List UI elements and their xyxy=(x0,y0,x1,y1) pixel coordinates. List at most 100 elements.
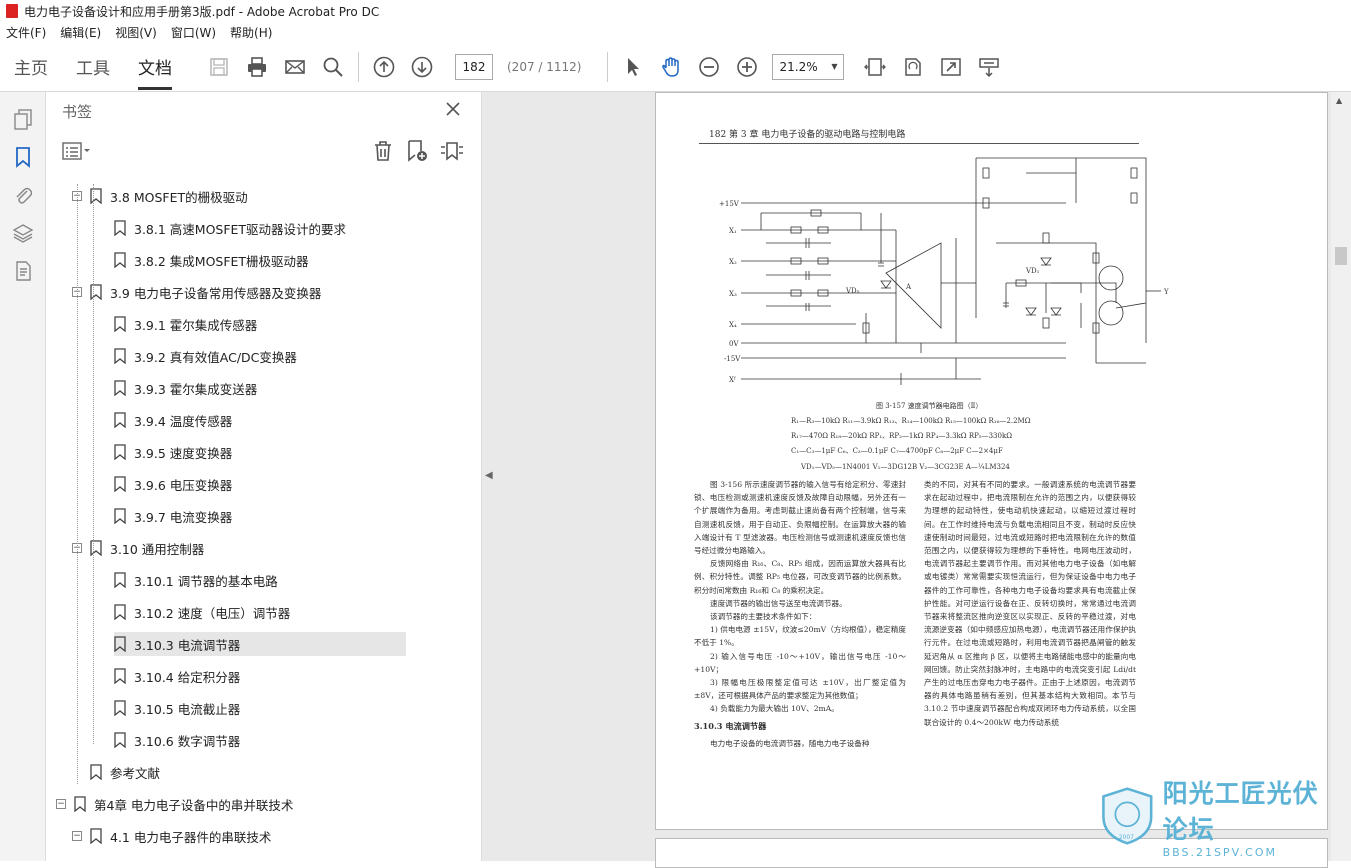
pdf-app-icon xyxy=(6,4,18,18)
bookmark-icon xyxy=(114,636,126,652)
bookmark-tree: −3.8 MOSFET的栅极驱动 3.8.1 高速MOSFET驱动器设计的要求 3.… xyxy=(56,184,456,861)
options-menu-icon[interactable] xyxy=(62,141,92,163)
bookmark-label: 3.10.2 速度（电压）调节器 xyxy=(134,605,291,621)
bookmark-item[interactable]: 3.9.2 真有效值AC/DC变换器 xyxy=(114,344,297,368)
watermark-brand: 阳光工匠光伏论坛 xyxy=(1162,778,1319,844)
expand-bookmark-icon[interactable] xyxy=(439,139,465,166)
bookmark-item[interactable]: −3.8 MOSFET的栅极驱动 xyxy=(72,184,248,208)
menu-file[interactable]: 文件(F) xyxy=(6,24,46,41)
scroll-thumb[interactable] xyxy=(1335,247,1347,265)
content-icon[interactable] xyxy=(0,252,46,290)
bookmark-item[interactable]: 3.10.4 给定积分器 xyxy=(114,664,240,688)
bookmark-label: 3.9.6 电压变换器 xyxy=(134,477,233,493)
paragraph: 该调节器的主要技术条件如下： xyxy=(710,612,817,622)
bookmark-item[interactable]: 3.9.7 电流变换器 xyxy=(114,504,232,528)
circuit-label: +15V xyxy=(719,200,740,208)
scroll-up-arrow[interactable]: ▲ xyxy=(1336,96,1342,105)
close-icon[interactable] xyxy=(445,101,461,121)
full-screen-icon[interactable] xyxy=(932,42,970,92)
menu-bar: 文件(F) 编辑(E) 视图(V) 窗口(W) 帮助(H) xyxy=(0,22,1351,42)
bookmark-label: 3.9.7 电流变换器 xyxy=(134,509,233,525)
page-thumbnails-icon[interactable] xyxy=(0,100,46,138)
circuit-label: X₁ xyxy=(729,227,737,235)
bookmark-icon xyxy=(114,348,126,364)
zoom-in-icon[interactable] xyxy=(728,42,766,92)
document-scrollbar[interactable]: ▲ xyxy=(1331,92,1351,861)
bookmarks-panel: 书签 −3.8 MOSFET的栅极驱动 3.8.1 高速MOSFET驱动器设计的要… xyxy=(46,92,518,861)
bookmark-label: 3.9.3 霍尔集成变送器 xyxy=(134,381,258,397)
bookmark-item[interactable]: 3.9.1 霍尔集成传感器 xyxy=(114,312,257,336)
circuit-label: X₃ xyxy=(729,290,737,298)
select-cursor-icon[interactable] xyxy=(614,42,652,92)
paragraph: 速度调节器的输出信号送至电流调节器。 xyxy=(710,598,847,608)
bookmark-item[interactable]: − 第4章 电力电子设备中的串并联技术 xyxy=(56,792,293,816)
bookmark-icon xyxy=(90,188,102,204)
previous-page-icon[interactable] xyxy=(365,42,403,92)
bookmark-label: 3.10 通用控制器 xyxy=(110,541,205,557)
search-icon[interactable] xyxy=(314,42,352,92)
bookmark-item[interactable]: 3.9.5 速度变换器 xyxy=(114,440,232,464)
tab-document[interactable]: 文档 xyxy=(124,42,186,92)
collapse-toggle-icon[interactable]: − xyxy=(56,799,66,809)
circuit-label: X₂ xyxy=(729,258,737,266)
title-bar: 电力电子设备设计和应用手册第3版.pdf - Adobe Acrobat Pro… xyxy=(0,0,1351,22)
zoom-out-icon[interactable] xyxy=(690,42,728,92)
print-icon[interactable] xyxy=(238,42,276,92)
email-icon[interactable] xyxy=(276,42,314,92)
menu-window[interactable]: 窗口(W) xyxy=(171,24,216,41)
menu-help[interactable]: 帮助(H) xyxy=(230,24,272,41)
bookmark-item[interactable]: 3.10.5 电流截止器 xyxy=(114,696,240,720)
bookmarks-icon[interactable] xyxy=(0,138,46,176)
bookmark-item[interactable]: − 4.1 电力电子器件的串联技术 xyxy=(72,824,271,848)
tab-home[interactable]: 主页 xyxy=(0,42,62,92)
menu-view[interactable]: 视图(V) xyxy=(115,24,157,41)
pdf-page: 182 第 3 章 电力电子设备的驱动电路与控制电路 +15V X₁ X₂ X₃… xyxy=(655,92,1328,830)
bookmark-item[interactable]: 3.9.4 温度传感器 xyxy=(114,408,232,432)
menu-edit[interactable]: 编辑(E) xyxy=(60,24,101,41)
bookmark-item[interactable]: −参考文献 xyxy=(72,760,160,784)
bookmark-label: 3.8 MOSFET的栅极驱动 xyxy=(110,189,248,205)
zoom-select[interactable]: 21.2% ▼ xyxy=(772,53,845,80)
tab-tools[interactable]: 工具 xyxy=(62,42,124,92)
left-navigation-rail xyxy=(0,92,46,861)
layers-icon[interactable] xyxy=(0,214,46,252)
bookmark-item[interactable]: 3.9.3 霍尔集成变送器 xyxy=(114,376,257,400)
bookmark-item[interactable]: 3.10.2 速度（电压）调节器 xyxy=(114,600,290,624)
circuit-label: VD₅ xyxy=(845,287,860,295)
fit-page-icon[interactable] xyxy=(856,42,894,92)
bookmark-item[interactable]: 3.10.6 数字调节器 xyxy=(114,728,240,752)
bookmark-label: 3.9.1 霍尔集成传感器 xyxy=(134,317,258,333)
bookmark-item[interactable]: 3.9.6 电压变换器 xyxy=(114,472,232,496)
circuit-label: -15V xyxy=(724,355,741,363)
bookmark-label: 3.10.3 电流调节器 xyxy=(134,637,241,653)
component-list-line: R₁—R₃—10kΩ R₁₁—3.9kΩ R₁₃、R₁₄—100kΩ R₁₅—1… xyxy=(791,417,1031,425)
delete-bookmark-icon[interactable] xyxy=(371,139,395,166)
circuit-label: VD₁ xyxy=(1025,267,1040,275)
bookmark-icon xyxy=(114,252,126,268)
left-text-column: 图 3-156 所示速度调节器的输入信号有给定积分、零速封锁、电压检测或测速机速… xyxy=(694,478,906,750)
collapse-toggle-icon[interactable]: − xyxy=(72,831,82,841)
page-number-input[interactable]: 182 xyxy=(455,53,493,80)
bookmark-item[interactable]: −3.10 通用控制器 xyxy=(72,536,204,560)
paragraph: 电力电子设备的电流调节器，随电力电子设备种 xyxy=(710,738,870,748)
bookmark-item[interactable]: 3.10.1 调节器的基本电路 xyxy=(114,568,278,592)
bookmark-item[interactable]: 3.8.2 集成MOSFET栅极驱动器 xyxy=(114,248,309,272)
next-page-icon[interactable] xyxy=(403,42,441,92)
hand-tool-icon[interactable] xyxy=(652,42,690,92)
bookmark-item[interactable]: −3.9 电力电子设备常用传感器及变换器 xyxy=(72,280,321,304)
bookmark-label: 3.9 电力电子设备常用传感器及变换器 xyxy=(110,285,322,301)
document-viewport[interactable]: ◀ 182 第 3 章 电力电子设备的驱动电路与控制电路 +15V X₁ X₂ … xyxy=(482,92,1351,868)
collapse-panel-arrow[interactable]: ◀ xyxy=(485,470,493,481)
paragraph: 4) 负载能力为最大输出 10V、2mA。 xyxy=(710,704,839,714)
bookmark-label: 3.10.5 电流截止器 xyxy=(134,701,241,717)
attachments-icon[interactable] xyxy=(0,176,46,214)
bookmark-item[interactable]: 3.8.1 高速MOSFET驱动器设计的要求 xyxy=(114,216,346,240)
bookmark-icon xyxy=(90,828,102,844)
rotate-page-icon[interactable] xyxy=(894,42,932,92)
save-icon[interactable] xyxy=(200,42,238,92)
right-text-column: 类的不同，对其有不同的要求。一般调速系统的电流调节器要求在起动过程中，把电流限制… xyxy=(924,478,1136,729)
add-bookmark-icon[interactable] xyxy=(405,139,429,166)
bookmark-icon xyxy=(114,316,126,332)
bookmark-item[interactable]: 3.10.3 电流调节器 xyxy=(114,632,406,656)
more-tools-icon[interactable] xyxy=(970,42,1008,92)
